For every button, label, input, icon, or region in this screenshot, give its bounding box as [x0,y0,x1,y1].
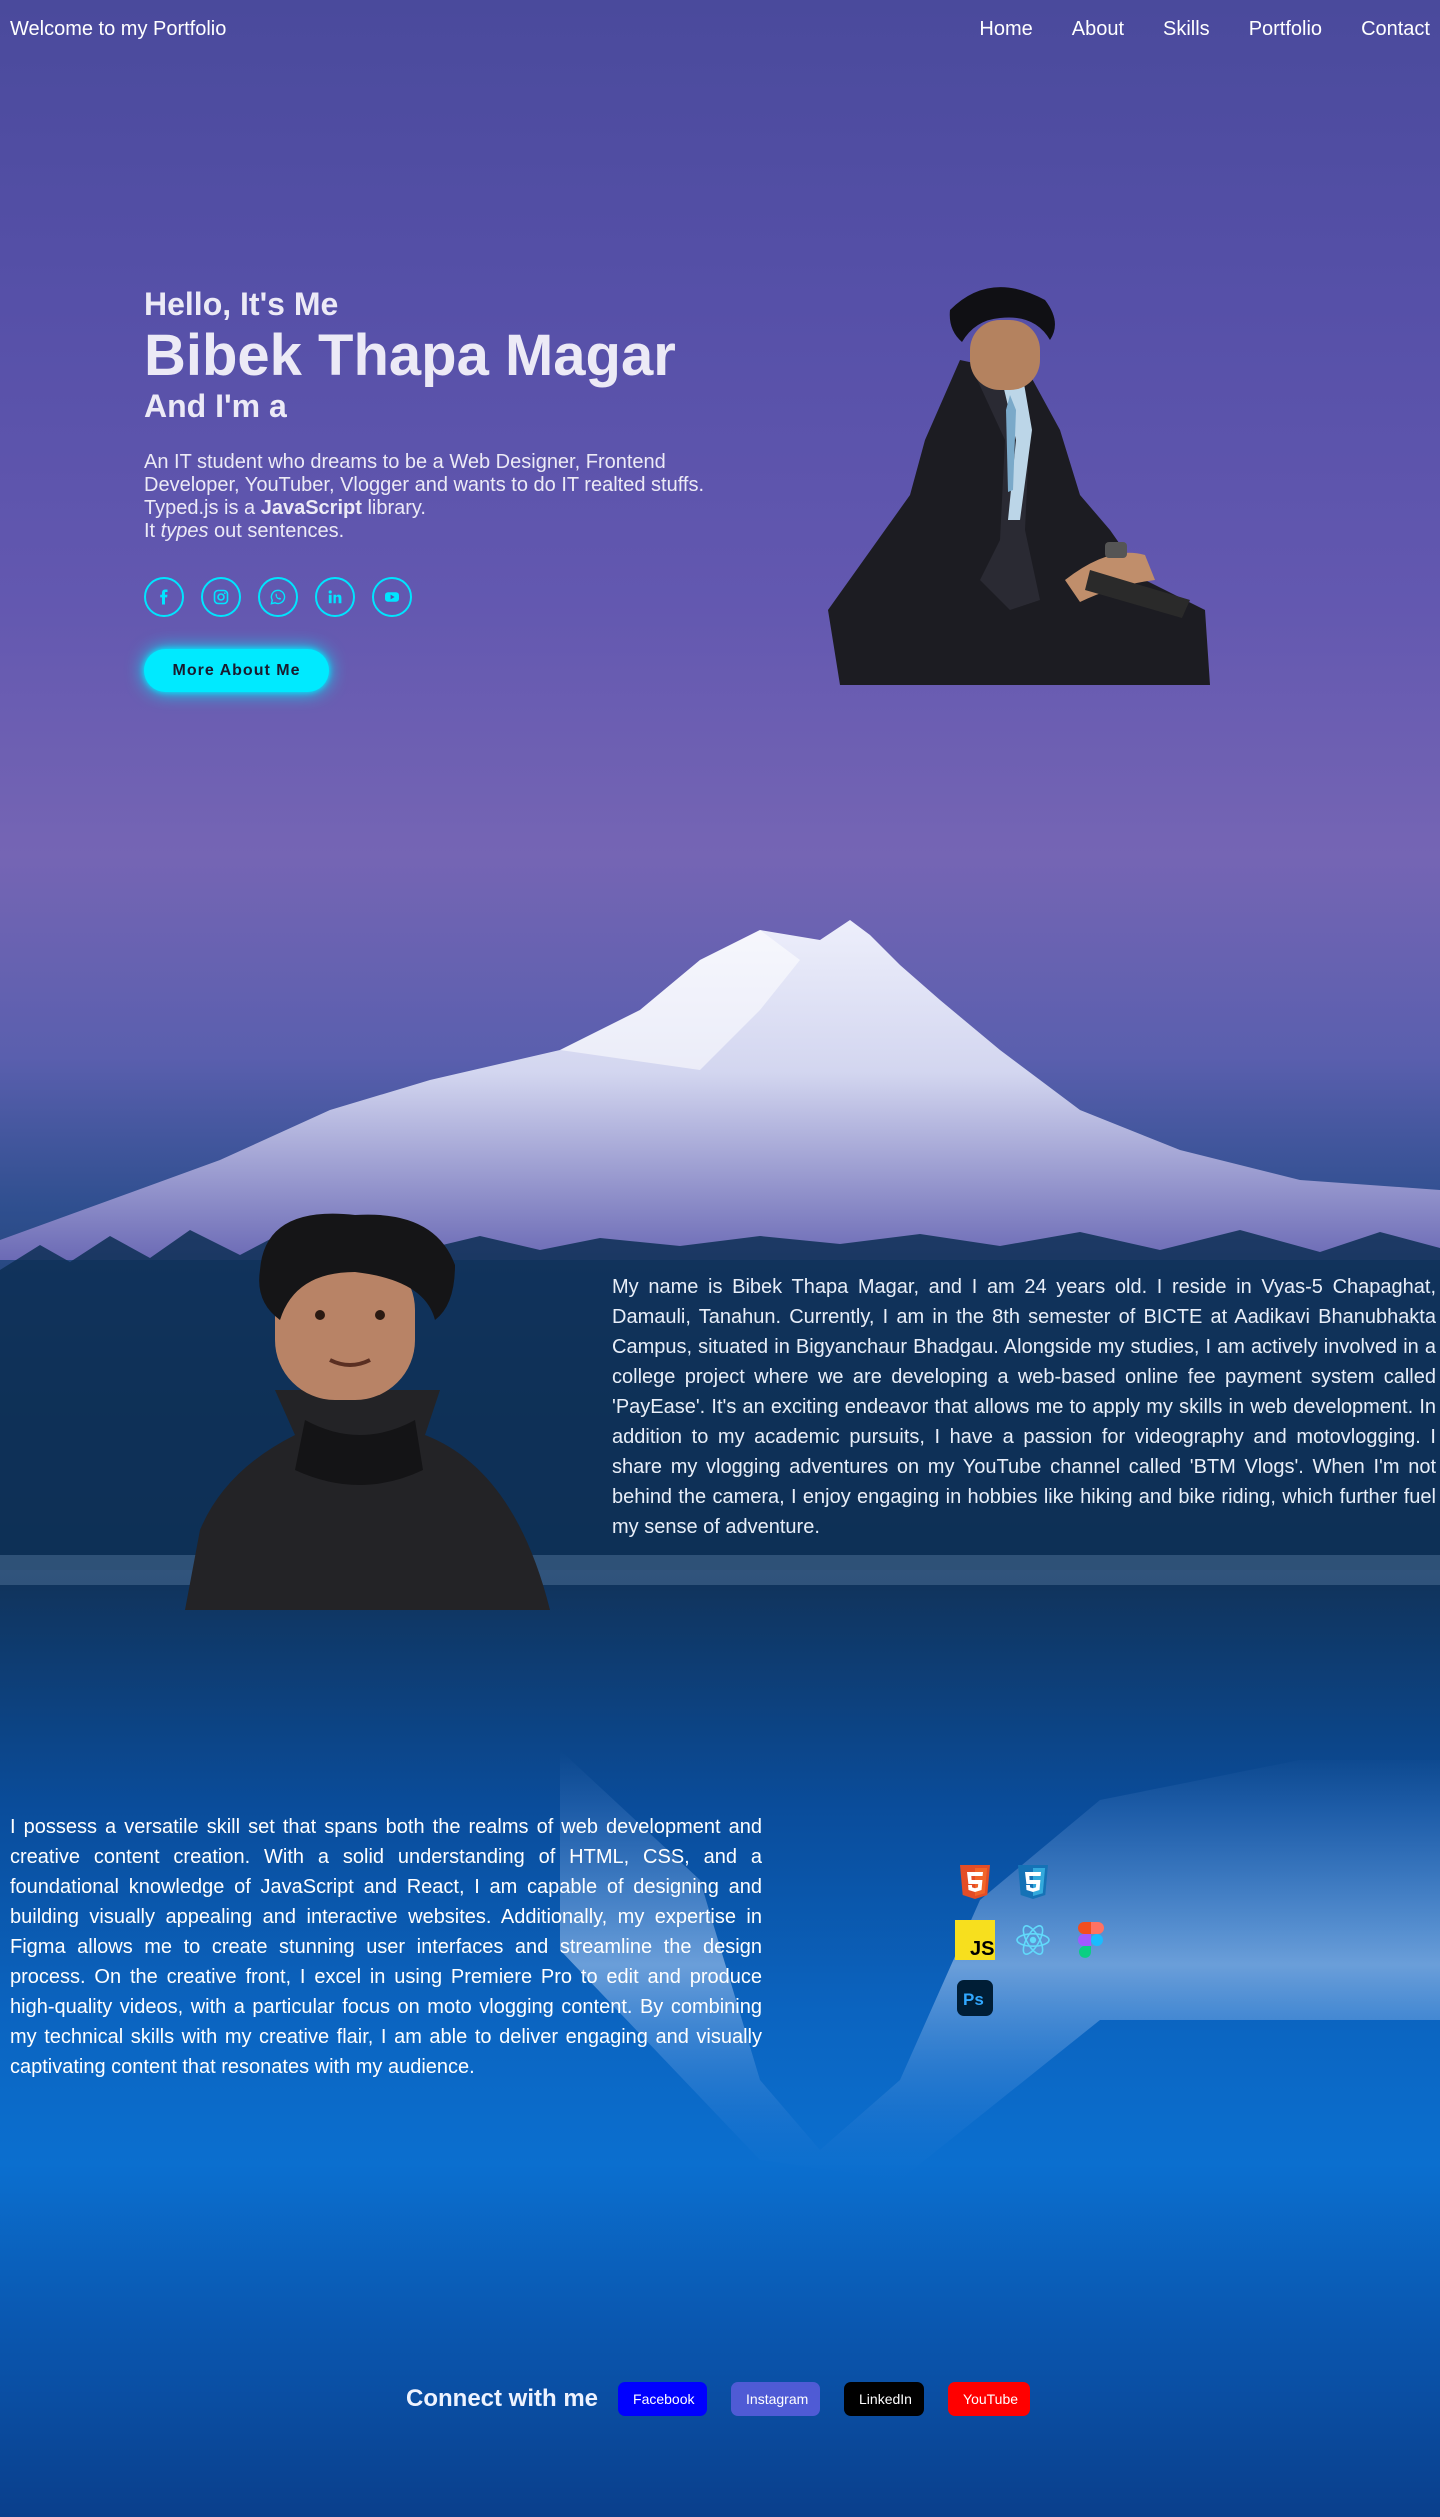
youtube-button[interactable]: YouTube [948,2382,1031,2416]
hero-description-text: An IT student who dreams to be a Web Des… [144,451,704,496]
profile-photo-sitting [828,287,1210,685]
facebook-button[interactable]: Facebook [618,2382,708,2416]
facebook-icon [160,589,168,605]
whatsapp-link[interactable] [258,577,298,617]
react-icon [1016,1925,1050,1955]
typed-text-italic: types [160,520,209,542]
nav-portfolio[interactable]: Portfolio [1249,18,1322,41]
typed-text-2: It [144,520,161,542]
nav-home[interactable]: Home [979,18,1032,41]
html5-icon [960,1865,990,1899]
connect-section: Connect with me Facebook Instagram Linke… [406,2382,1054,2416]
javascript-icon: JS [955,1920,995,1960]
youtube-icon [385,592,399,602]
instagram-icon [213,589,229,605]
hero-role-prefix: And I'm a [144,388,287,424]
typed-text-bold: JavaScript [260,497,362,519]
skill-icons: JS Ps [955,1862,1145,2036]
photoshop-icon-label: Ps [963,1990,984,2009]
more-about-me-button[interactable]: More About Me [144,649,329,692]
figma-icon [1078,1922,1104,1958]
nav-about[interactable]: About [1072,18,1124,41]
css3-icon [1018,1865,1048,1899]
photoshop-icon: Ps [957,1980,993,2016]
facebook-link[interactable] [144,577,184,617]
profile-photo-portrait [185,1213,550,1610]
linkedin-link[interactable] [315,577,355,617]
typed-text-2-end: out sentences. [208,520,345,542]
typed-text-1: Typed.js is a [144,497,261,519]
hero-description: An IT student who dreams to be a Web Des… [144,451,724,543]
hero-greeting: Hello, It's Me [144,286,339,322]
whatsapp-icon [270,589,286,605]
instagram-button[interactable]: Instagram [731,2382,821,2416]
about-description: My name is Bibek Thapa Magar, and I am 2… [612,1276,1436,1538]
hero-name: Bibek Thapa Magar [144,323,676,388]
skills-description: I possess a versatile skill set that spa… [10,1816,762,2078]
linkedin-button[interactable]: LinkedIn [844,2382,925,2416]
hero-section: Hello, It's Me Bibek Thapa Magar And I'm… [144,285,744,692]
main-nav: Home About Skills Portfolio Contact [940,18,1430,41]
typed-text-1-end: library. [361,497,426,519]
youtube-link[interactable] [372,577,412,617]
javascript-icon-label: JS [970,1938,994,1960]
linkedin-icon [328,590,342,604]
social-links [144,577,744,617]
instagram-link[interactable] [201,577,241,617]
connect-title: Connect with me [406,2385,599,2412]
nav-skills[interactable]: Skills [1163,18,1210,41]
nav-contact[interactable]: Contact [1361,18,1430,41]
site-brand: Welcome to my Portfolio [10,18,227,40]
